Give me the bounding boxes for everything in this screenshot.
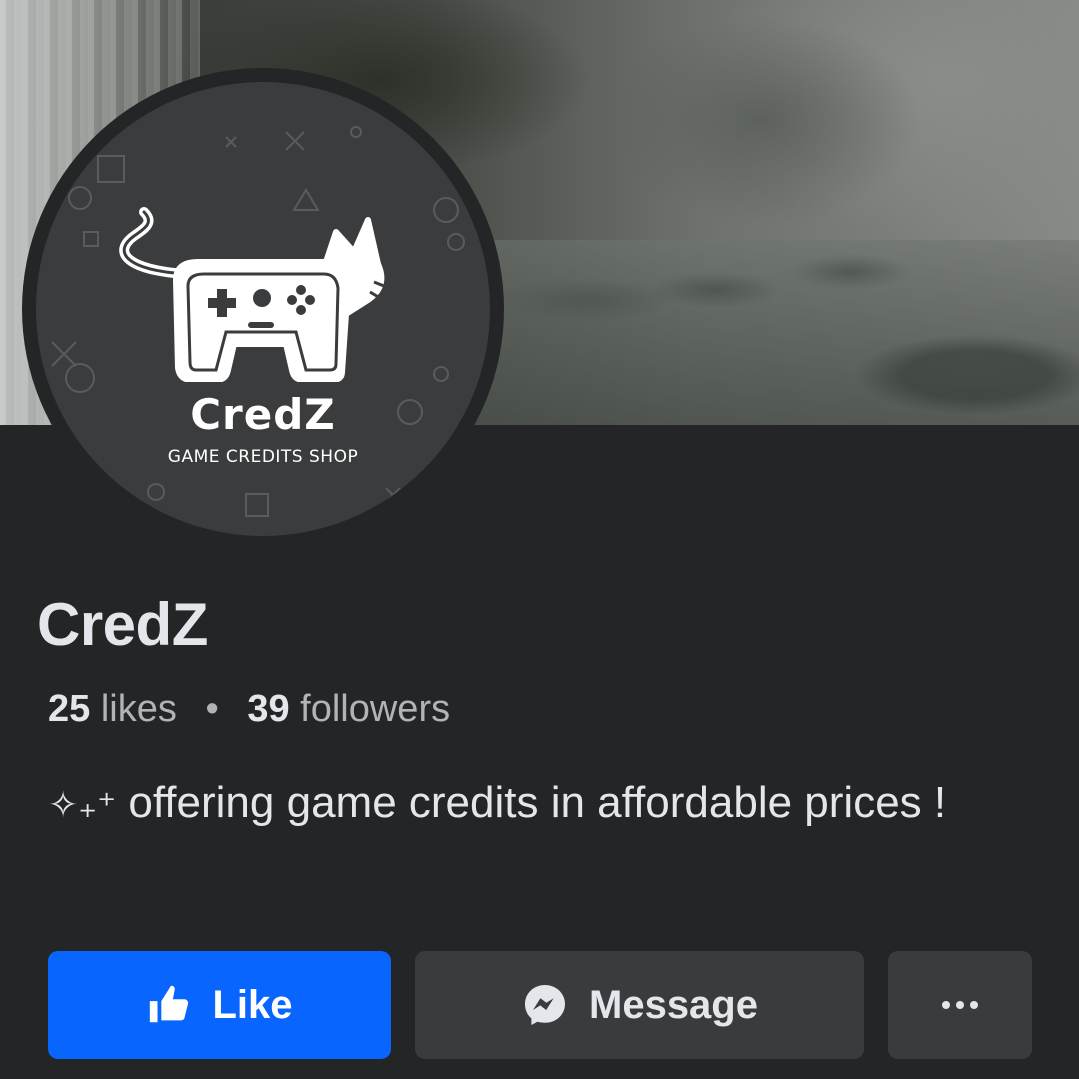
more-options-button[interactable]: [888, 951, 1032, 1059]
thumbs-up-icon: [146, 982, 192, 1028]
bio-text: offering game credits in affordable pric…: [128, 778, 947, 827]
cat-gamepad-icon: [119, 207, 385, 382]
page-bio: ✧₊⁺ offering game credits in affordable …: [48, 772, 1028, 836]
page-title[interactable]: CredZ: [37, 590, 208, 659]
like-label: Like: [212, 982, 293, 1027]
like-button[interactable]: Like: [48, 951, 391, 1059]
page-stats: 25 likes • 39 followers: [48, 688, 450, 731]
followers-label[interactable]: followers: [300, 688, 450, 730]
stats-separator: •: [205, 688, 219, 730]
likes-label[interactable]: likes: [101, 688, 177, 730]
profile-avatar[interactable]: CredZ GAME CREDITS SHOP: [36, 82, 490, 536]
messenger-icon: [521, 981, 569, 1029]
bio-decoration: ✧₊⁺: [48, 784, 117, 825]
message-label: Message: [589, 982, 758, 1027]
likes-count[interactable]: 25: [48, 688, 90, 730]
followers-count[interactable]: 39: [247, 688, 289, 730]
avatar-brand-title: CredZ: [190, 390, 336, 439]
page-profile: CredZ GAME CREDITS SHOP CredZ 25 likes •…: [0, 0, 1079, 1079]
avatar-brand-subtitle: GAME CREDITS SHOP: [167, 447, 359, 467]
more-dots-icon: [940, 1000, 980, 1010]
message-button[interactable]: Message: [415, 951, 864, 1059]
cover-lake: [420, 240, 1079, 425]
